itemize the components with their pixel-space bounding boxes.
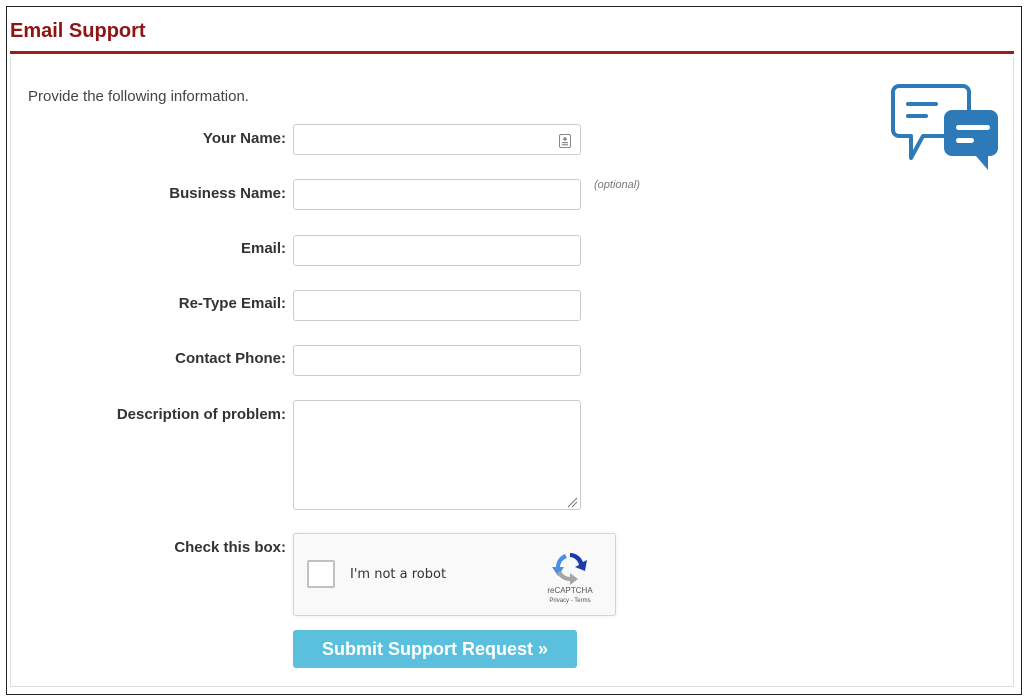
contact-phone-input[interactable] <box>293 345 581 376</box>
optional-hint: (optional) <box>594 179 640 191</box>
business-name-input[interactable] <box>293 179 581 210</box>
panel-title: Email Support <box>10 20 146 42</box>
submit-support-request-button[interactable]: Submit Support Request » <box>293 630 577 668</box>
retype-email-input[interactable] <box>293 290 581 321</box>
panel-header: Email Support <box>10 12 1014 54</box>
description-textarea[interactable] <box>293 400 581 510</box>
recaptcha-logo-icon <box>552 553 587 585</box>
recaptcha-widget: I'm not a robot reCAPTCHA Privacy - Term… <box>293 533 616 616</box>
contact-card-icon[interactable] <box>559 134 571 148</box>
your-name-label: Your Name: <box>202 130 286 147</box>
chat-bubbles-icon <box>891 84 998 170</box>
resize-grip-icon[interactable] <box>566 496 578 508</box>
recaptcha-checkbox[interactable] <box>307 560 335 588</box>
form-intro: Provide the following information. <box>28 88 249 105</box>
email-input[interactable] <box>293 235 581 266</box>
business-name-label: Business Name: <box>169 185 286 202</box>
your-name-input[interactable] <box>293 124 581 155</box>
retype-email-label: Re-Type Email: <box>178 295 286 312</box>
recaptcha-brand: reCAPTCHA <box>547 586 593 595</box>
captcha-label: Check this box: <box>174 539 286 556</box>
recaptcha-links[interactable]: Privacy - Terms <box>530 598 610 604</box>
description-label: Description of problem: <box>116 406 286 423</box>
email-label: Email: <box>240 240 286 257</box>
recaptcha-checkbox-label: I'm not a robot <box>350 567 447 582</box>
contact-phone-label: Contact Phone: <box>175 350 286 367</box>
